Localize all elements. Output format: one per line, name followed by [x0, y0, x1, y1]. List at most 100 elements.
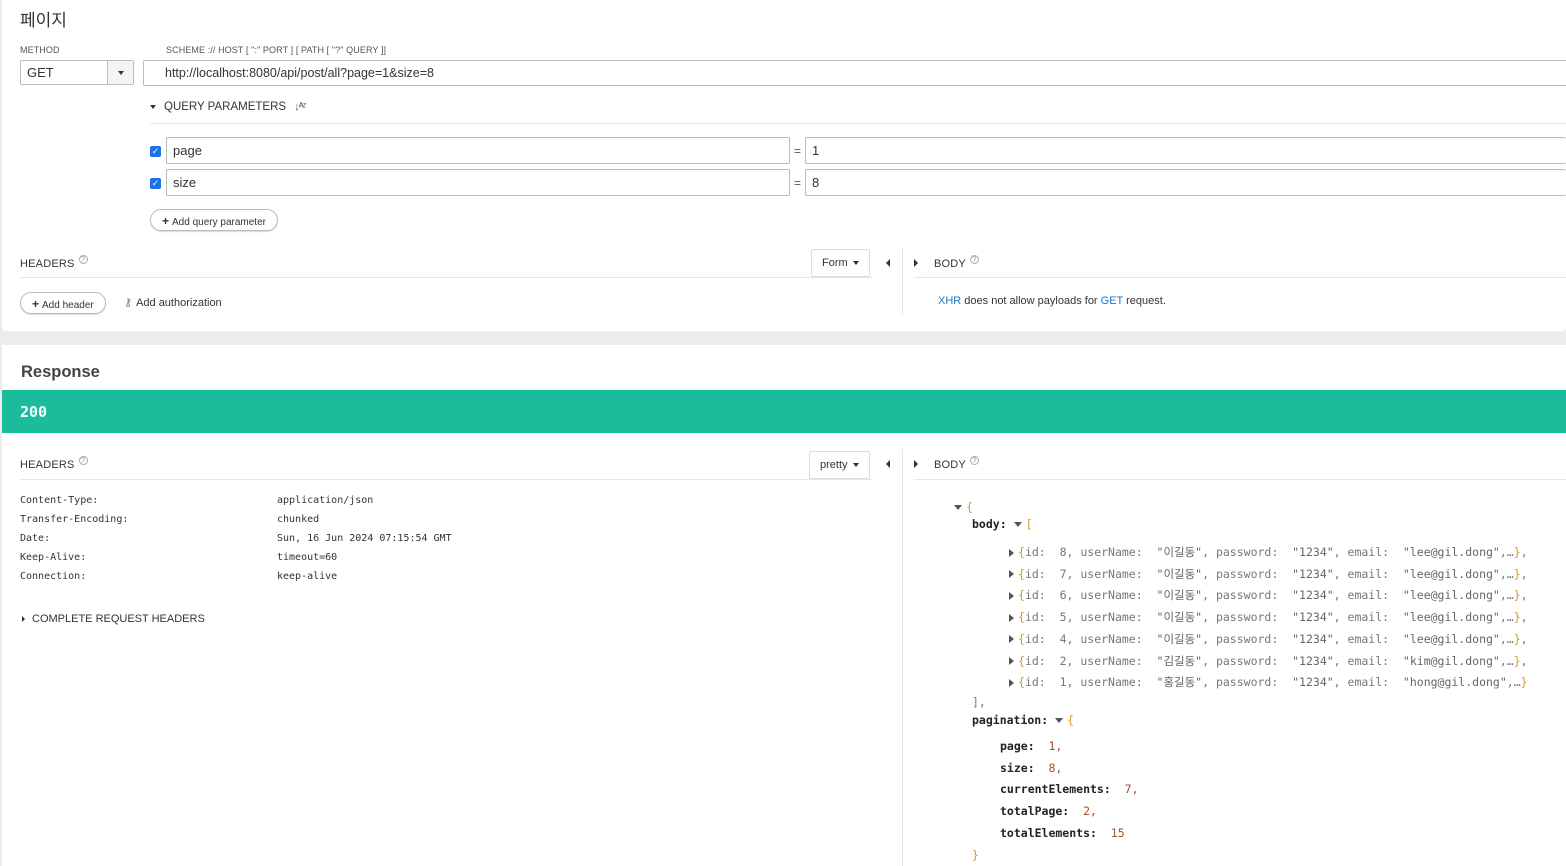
json-number: 15 — [1110, 826, 1125, 840]
json-text: id: — [1024, 566, 1060, 581]
json-brace: { — [1018, 545, 1025, 559]
json-brace: { — [1018, 566, 1025, 581]
json-number: 8, — [1048, 761, 1063, 775]
json-number: 2 — [1059, 653, 1067, 668]
url-input[interactable]: http://localhost:8080/api/post/all?page=… — [143, 60, 1566, 86]
json-text: , password: — [1202, 545, 1293, 559]
json-body-key-row[interactable]: body: [ — [972, 517, 1033, 531]
json-string: "이길동" — [1156, 566, 1203, 581]
complete-request-headers-label: COMPLETE REQUEST HEADERS — [32, 613, 205, 625]
header-key: Content-Type: — [20, 495, 99, 506]
json-text: , password: — [1202, 675, 1293, 690]
json-bracket: [ — [1025, 517, 1033, 531]
pretty-label: pretty — [820, 459, 848, 471]
xhr-note: XHR does not allow payloads for GET requ… — [938, 295, 1166, 307]
param-page-checkbox[interactable]: ✓ — [150, 146, 161, 157]
json-item-row[interactable]: {id: 5, userName: "이길동", password: "1234… — [1009, 609, 1528, 625]
header-key: Date: — [20, 533, 51, 544]
json-brace: { — [1018, 610, 1025, 625]
json-string: "이길동" — [1156, 545, 1203, 559]
json-string: "lee@gil.dong" — [1402, 631, 1500, 646]
sort-az-icon[interactable]: ↓ᴬᶻ — [294, 101, 306, 113]
method-select[interactable]: GET — [20, 60, 134, 85]
add-query-parameter-label: Add query parameter — [172, 217, 266, 228]
collapse-icon — [1013, 522, 1022, 527]
json-text: , — [1520, 610, 1528, 625]
json-string: "1234" — [1292, 588, 1334, 603]
json-string: "1234" — [1292, 566, 1334, 581]
expand-right-icon[interactable] — [914, 460, 918, 468]
json-item-row[interactable]: {id: 4, userName: "이길동", password: "1234… — [1009, 631, 1528, 647]
json-brace: { — [1018, 675, 1025, 690]
json-close-bracket: ], — [972, 695, 986, 709]
expand-icon — [1009, 591, 1014, 600]
json-text: , — [1520, 545, 1528, 559]
json-text: id: — [1024, 675, 1060, 690]
collapse-left-icon[interactable] — [886, 259, 890, 267]
query-params-toggle[interactable]: QUERY PARAMETERS ↓ᴬᶻ — [150, 101, 307, 113]
param-name-input[interactable]: size — [166, 169, 790, 196]
json-text: id: — [1024, 631, 1060, 646]
param-value-input[interactable]: 1 — [805, 137, 1566, 164]
json-string: "이길동" — [1156, 631, 1203, 646]
json-text: , password: — [1202, 631, 1293, 646]
json-text: , — [1520, 631, 1528, 646]
json-root-toggle[interactable]: { — [954, 500, 973, 514]
method-value: GET — [27, 65, 54, 80]
json-text: , email: — [1333, 545, 1403, 559]
param-size-checkbox[interactable]: ✓ — [150, 178, 161, 189]
complete-request-headers-toggle[interactable]: COMPLETE REQUEST HEADERS — [22, 613, 205, 625]
json-item-row[interactable]: {id: 2, userName: "김길동", password: "1234… — [1009, 653, 1528, 669]
json-text: id: — [1024, 545, 1060, 559]
json-text: , — [1520, 653, 1528, 668]
json-key: currentElements: — [1000, 782, 1111, 796]
json-brace: { — [1018, 588, 1025, 603]
add-header-button[interactable]: + Add header — [20, 292, 106, 314]
json-number: 8 — [1059, 545, 1067, 559]
json-text: , userName: — [1066, 566, 1157, 581]
json-item-row[interactable]: {id: 8, userName: "이길동", password: "1234… — [1009, 544, 1528, 560]
pretty-dropdown[interactable]: pretty — [809, 451, 870, 479]
add-header-label: Add header — [42, 300, 94, 311]
json-text: ,… — [1499, 631, 1514, 646]
chevron-right-icon — [22, 616, 25, 622]
status-bar: 200 — [2, 390, 1566, 433]
chevron-down-icon — [150, 105, 156, 109]
form-dropdown[interactable]: Form — [811, 249, 870, 277]
json-text: , email: — [1333, 610, 1403, 625]
json-item-row[interactable]: {id: 7, userName: "이길동", password: "1234… — [1009, 566, 1528, 582]
json-key: size: — [1000, 761, 1035, 775]
expand-right-icon[interactable] — [914, 259, 918, 267]
param-name-input[interactable]: page — [166, 137, 790, 164]
collapse-icon — [1055, 718, 1064, 723]
json-text: , password: — [1202, 610, 1293, 625]
json-text: , email: — [1333, 631, 1403, 646]
expand-icon — [1009, 613, 1014, 622]
json-string: "1234" — [1292, 675, 1334, 690]
plus-icon: + — [162, 214, 170, 228]
add-authorization-link[interactable]: ⚷ Add authorization — [124, 296, 222, 309]
divider — [902, 248, 903, 314]
chevron-down-icon — [852, 463, 859, 468]
request-panel: 페이지 METHOD SCHEME :// HOST [ ":" PORT ] … — [2, 0, 1566, 331]
json-brace: { — [1018, 653, 1025, 668]
add-query-parameter-button[interactable]: + Add query parameter — [150, 209, 278, 231]
json-text: , email: — [1333, 675, 1403, 690]
json-pagination-key-row[interactable]: pagination: { — [972, 713, 1074, 727]
json-brace: } — [1513, 653, 1521, 668]
json-text: ,… — [1499, 588, 1514, 603]
help-icon[interactable]: ? — [969, 255, 979, 264]
method-dropdown-toggle[interactable] — [107, 61, 133, 84]
divider — [902, 449, 903, 866]
help-icon[interactable]: ? — [78, 456, 88, 465]
collapse-left-icon[interactable] — [886, 460, 890, 468]
param-value-input[interactable]: 8 — [805, 169, 1566, 196]
json-item-row[interactable]: {id: 6, userName: "이길동", password: "1234… — [1009, 587, 1528, 603]
help-icon[interactable]: ? — [969, 456, 979, 465]
json-text: ,… — [1499, 653, 1514, 668]
json-string: "이길동" — [1156, 588, 1203, 603]
json-item-row[interactable]: {id: 1, userName: "홍길동", password: "1234… — [1009, 674, 1528, 690]
help-icon[interactable]: ? — [78, 255, 88, 264]
json-brace: { — [966, 500, 973, 514]
json-text: , userName: — [1066, 653, 1157, 668]
